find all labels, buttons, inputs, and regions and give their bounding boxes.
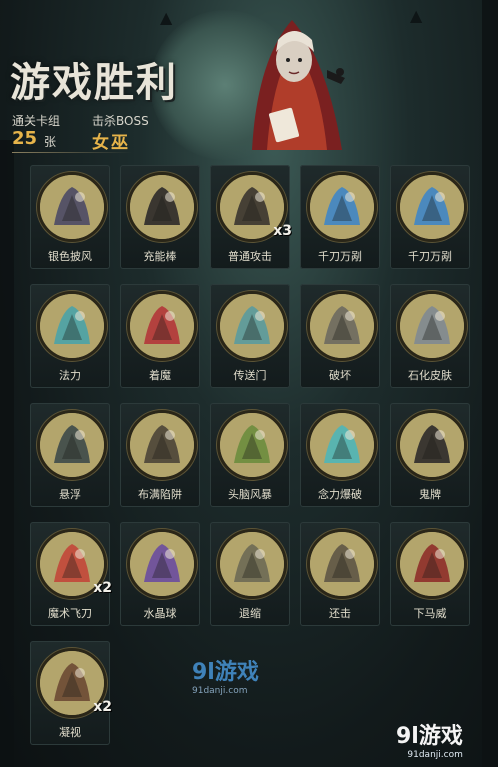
blades-icon	[397, 172, 467, 242]
skill-card-name: 千刀万剐	[408, 250, 452, 263]
skill-card[interactable]: 水晶球	[120, 522, 200, 626]
skill-card-name: 还击	[329, 607, 351, 620]
skill-card[interactable]: 破坏	[300, 284, 380, 388]
skill-card-name: 布满陷阱	[138, 488, 182, 501]
skill-card-name: 退缩	[239, 607, 261, 620]
skill-card-name: 传送门	[233, 369, 267, 382]
skill-card[interactable]: 千刀万剐	[390, 165, 470, 269]
skill-card-name: 石化皮肤	[408, 369, 452, 382]
deck-unit: 张	[44, 135, 57, 149]
skill-card-name: 破坏	[329, 369, 351, 382]
psychic-blast-icon	[307, 410, 377, 480]
traps-icon	[127, 410, 197, 480]
skill-card-name: 鬼牌	[419, 488, 441, 501]
blades-icon	[307, 172, 377, 242]
wand-icon	[127, 172, 197, 242]
skill-card[interactable]: 还击	[300, 522, 380, 626]
skill-card-name: 悬浮	[59, 488, 81, 501]
skill-card-name: 念力爆破	[318, 488, 362, 501]
skill-card-name: 银色披风	[48, 250, 92, 263]
skill-card-name: 充能棒	[143, 250, 177, 263]
possessed-icon	[127, 291, 197, 361]
watermark-center-url: 91danji.com	[192, 686, 248, 696]
skill-card-name: 下马威	[413, 607, 447, 620]
portal-icon	[217, 291, 287, 361]
watermark-center: 9l游戏 91danji.com	[192, 654, 259, 696]
skill-card[interactable]: 悬浮	[30, 403, 110, 507]
ghost-card-icon	[397, 410, 467, 480]
witch-boss-portrait	[232, 0, 362, 160]
skill-card[interactable]: 布满陷阱	[120, 403, 200, 507]
skill-card-name: 魔术飞刀	[48, 607, 92, 620]
watermark-corner: 9l游戏 91danji.com	[396, 718, 463, 760]
brainstorm-icon	[217, 410, 287, 480]
card-multiplier: x2	[93, 699, 112, 715]
card-multiplier: x2	[93, 580, 112, 596]
skill-card-name: 法力	[59, 369, 81, 382]
skill-card[interactable]: 法力	[30, 284, 110, 388]
skill-card[interactable]: 下马威	[390, 522, 470, 626]
skill-card[interactable]: 退缩	[210, 522, 290, 626]
skill-card[interactable]: 着魔	[120, 284, 200, 388]
skill-card[interactable]: 银色披风	[30, 165, 110, 269]
background-tree-left	[0, 140, 14, 767]
skill-card-name: 着魔	[149, 369, 171, 382]
skill-card[interactable]: 千刀万剐	[300, 165, 380, 269]
cloak-icon	[37, 172, 107, 242]
skill-card-name: 凝视	[59, 726, 81, 739]
deck-label: 通关卡组	[12, 114, 61, 128]
skill-card[interactable]: 鬼牌	[390, 403, 470, 507]
watermark-center-brand: 9l游戏	[192, 660, 259, 685]
deck-count: 25	[12, 128, 38, 149]
header-divider	[12, 152, 132, 153]
skill-card[interactable]: 头脑风暴	[210, 403, 290, 507]
skill-card-name: 头脑风暴	[228, 488, 272, 501]
skill-card[interactable]: 充能棒	[120, 165, 200, 269]
watermark-corner-url: 91danji.com	[407, 750, 463, 760]
levitate-icon	[37, 410, 107, 480]
intimidate-icon	[397, 529, 467, 599]
boss-label: 击杀BOSS	[92, 114, 149, 128]
skill-card[interactable]: 普通攻击 x3	[210, 165, 292, 269]
mana-icon	[37, 291, 107, 361]
victory-header: 游戏胜利 通关卡组 击杀BOSS 25 张 女巫	[0, 0, 498, 160]
counter-icon	[307, 529, 377, 599]
skill-card-name: 水晶球	[143, 607, 177, 620]
skill-card[interactable]: 念力爆破	[300, 403, 380, 507]
boss-name: 女巫	[92, 133, 130, 153]
crystal-ball-icon	[127, 529, 197, 599]
watermark-corner-brand: 9l游戏	[396, 724, 463, 749]
skill-card[interactable]: 石化皮肤	[390, 284, 470, 388]
victory-title: 游戏胜利	[10, 60, 178, 106]
skill-card[interactable]: 魔术飞刀 x2	[30, 522, 112, 626]
stone-skin-icon	[397, 291, 467, 361]
card-multiplier: x3	[273, 223, 292, 239]
skill-card-name: 普通攻击	[228, 250, 272, 263]
skill-card[interactable]: 传送门	[210, 284, 290, 388]
skill-card-name: 千刀万剐	[318, 250, 362, 263]
skill-card[interactable]: 凝视 x2	[30, 641, 112, 745]
hammer-icon	[307, 291, 377, 361]
retreat-icon	[217, 529, 287, 599]
